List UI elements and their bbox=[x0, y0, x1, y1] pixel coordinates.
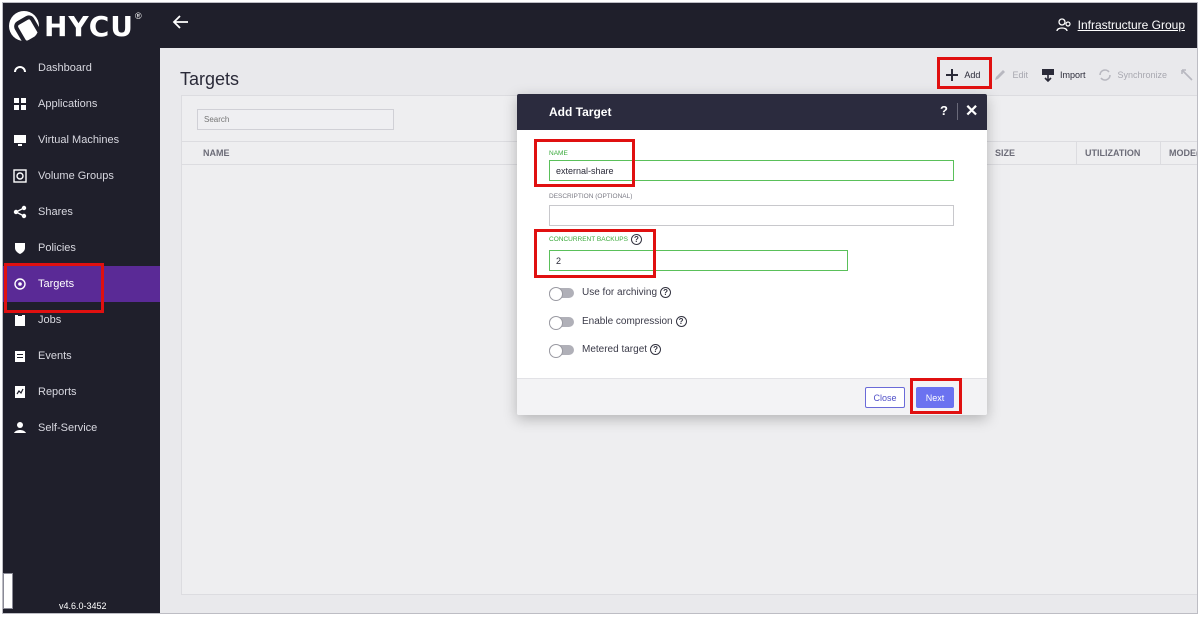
help-icon[interactable]: ? bbox=[940, 103, 948, 118]
sidebar-item-targets[interactable]: Targets bbox=[3, 266, 160, 302]
clipboard-icon bbox=[12, 312, 28, 328]
target-icon bbox=[12, 276, 28, 292]
top-bar: HYCU ® Infrastructure Group bbox=[3, 3, 1197, 48]
concurrent-backups-field[interactable] bbox=[549, 250, 848, 271]
close-button[interactable]: Close bbox=[865, 387, 905, 408]
add-target-dialog: Add Target ? ✕ NAME DESCRIPTION (OPTIONA… bbox=[517, 94, 987, 415]
version-label: v4.6.0-3452 bbox=[59, 601, 107, 611]
sidebar-item-dashboard[interactable]: Dashboard bbox=[3, 50, 160, 86]
edit-button[interactable]: Edit bbox=[992, 66, 1028, 84]
calendar-icon bbox=[12, 348, 28, 364]
concurrent-backups-label: CONCURRENT BACKUPS bbox=[549, 236, 628, 243]
column-header-size[interactable]: SIZE bbox=[986, 142, 1076, 164]
sidebar-item-volume-groups[interactable]: Volume Groups bbox=[3, 158, 160, 194]
import-icon bbox=[1040, 66, 1056, 84]
metered-toggle[interactable] bbox=[549, 343, 574, 358]
dashboard-icon bbox=[12, 60, 28, 76]
group-selector[interactable]: Infrastructure Group bbox=[1055, 17, 1185, 33]
group-users-icon bbox=[1055, 17, 1072, 33]
sidebar: Dashboard Applications Virtual Machines … bbox=[3, 48, 160, 613]
column-header-utilization[interactable]: UTILIZATION bbox=[1076, 142, 1160, 164]
shield-icon bbox=[12, 240, 28, 256]
monitor-icon bbox=[12, 132, 28, 148]
sidebar-item-label: Jobs bbox=[38, 314, 62, 326]
column-header-mode[interactable]: MODE( bbox=[1160, 142, 1197, 164]
brand-registered-mark: ® bbox=[135, 11, 142, 21]
archiving-toggle-row: Use for archiving ? bbox=[549, 286, 672, 301]
concurrent-backups-label-row: CONCURRENT BACKUPS ? bbox=[549, 234, 642, 245]
sidebar-item-label: Policies bbox=[38, 242, 76, 254]
group-link[interactable]: Infrastructure Group bbox=[1078, 18, 1185, 32]
import-button[interactable]: Import bbox=[1040, 66, 1086, 84]
close-icon[interactable]: ✕ bbox=[965, 101, 978, 121]
compression-help-icon[interactable]: ? bbox=[675, 316, 687, 327]
sidebar-item-reports[interactable]: Reports bbox=[3, 374, 160, 410]
report-icon bbox=[12, 384, 28, 400]
archiving-toggle-label: Use for archiving bbox=[582, 287, 658, 298]
compression-toggle[interactable] bbox=[549, 315, 574, 330]
sidebar-item-policies[interactable]: Policies bbox=[3, 230, 160, 266]
back-arrow-icon[interactable] bbox=[171, 12, 193, 36]
sidebar-item-label: Targets bbox=[38, 278, 75, 290]
next-button[interactable]: Next bbox=[916, 387, 954, 408]
column-header-name[interactable]: NAME bbox=[182, 142, 502, 164]
header-divider bbox=[957, 103, 958, 120]
dialog-title: Add Target bbox=[549, 105, 612, 119]
description-label: DESCRIPTION (OPTIONAL) bbox=[549, 193, 633, 200]
sidebar-item-label: Events bbox=[38, 350, 72, 362]
user-service-icon bbox=[12, 420, 28, 436]
dialog-body: NAME DESCRIPTION (OPTIONAL) CONCURRENT B… bbox=[517, 130, 987, 378]
metered-toggle-row: Metered target ? bbox=[549, 343, 662, 358]
resize-arrow-icon bbox=[1179, 66, 1195, 84]
sidebar-item-virtual-machines[interactable]: Virtual Machines bbox=[3, 122, 160, 158]
sidebar-item-label: Volume Groups bbox=[38, 170, 114, 182]
search-input[interactable] bbox=[197, 109, 394, 130]
sidebar-item-self-service[interactable]: Self-Service bbox=[3, 410, 160, 446]
sidebar-item-label: Applications bbox=[38, 98, 98, 110]
add-button-label: Add bbox=[964, 70, 981, 80]
sidebar-item-jobs[interactable]: Jobs bbox=[3, 302, 160, 338]
brand-name: HYCU bbox=[44, 9, 134, 43]
plus-icon bbox=[944, 66, 960, 84]
name-field[interactable] bbox=[549, 160, 954, 181]
archiving-help-icon[interactable]: ? bbox=[660, 287, 672, 298]
compression-toggle-row: Enable compression ? bbox=[549, 315, 687, 330]
synchronize-button[interactable]: Synchronize bbox=[1097, 66, 1167, 84]
sidebar-resize-handle[interactable] bbox=[3, 573, 13, 609]
sidebar-item-shares[interactable]: Shares bbox=[3, 194, 160, 230]
hycu-logo[interactable]: HYCU ® bbox=[9, 9, 142, 43]
sidebar-item-label: Self-Service bbox=[38, 422, 98, 434]
pencil-icon bbox=[992, 66, 1008, 84]
edit-button-label: Edit bbox=[1012, 70, 1028, 80]
sidebar-item-label: Shares bbox=[38, 206, 73, 218]
sidebar-item-label: Reports bbox=[38, 386, 77, 398]
sidebar-item-label: Virtual Machines bbox=[38, 134, 120, 146]
volume-icon bbox=[12, 168, 28, 184]
toolbar: Add Edit Import Synchronize bbox=[944, 62, 1197, 88]
sidebar-item-events[interactable]: Events bbox=[3, 338, 160, 374]
dialog-header: Add Target ? ✕ bbox=[517, 94, 987, 130]
metered-toggle-label: Metered target bbox=[582, 344, 648, 355]
import-button-label: Import bbox=[1059, 70, 1086, 80]
archiving-toggle[interactable] bbox=[549, 286, 574, 301]
dialog-footer: Close Next bbox=[517, 378, 987, 415]
sidebar-item-applications[interactable]: Applications bbox=[3, 86, 160, 122]
page-title: Targets bbox=[180, 69, 240, 89]
more-tool-button[interactable] bbox=[1179, 66, 1197, 84]
hycu-logo-mark-icon bbox=[9, 11, 39, 41]
share-icon bbox=[12, 204, 28, 220]
description-field[interactable] bbox=[549, 205, 954, 226]
sync-icon bbox=[1097, 66, 1113, 84]
synchronize-button-label: Synchronize bbox=[1117, 70, 1167, 80]
concurrent-backups-help-icon[interactable]: ? bbox=[630, 234, 642, 245]
add-button[interactable]: Add bbox=[944, 66, 980, 84]
app-window: HYCU ® Infrastructure Group Dashboard Ap… bbox=[0, 0, 1200, 617]
screen-frame: HYCU ® Infrastructure Group Dashboard Ap… bbox=[2, 2, 1198, 614]
name-label: NAME bbox=[549, 150, 568, 157]
applications-icon bbox=[12, 96, 28, 112]
metered-help-icon[interactable]: ? bbox=[650, 344, 662, 355]
compression-toggle-label: Enable compression bbox=[582, 316, 673, 327]
sidebar-item-label: Dashboard bbox=[38, 62, 92, 74]
